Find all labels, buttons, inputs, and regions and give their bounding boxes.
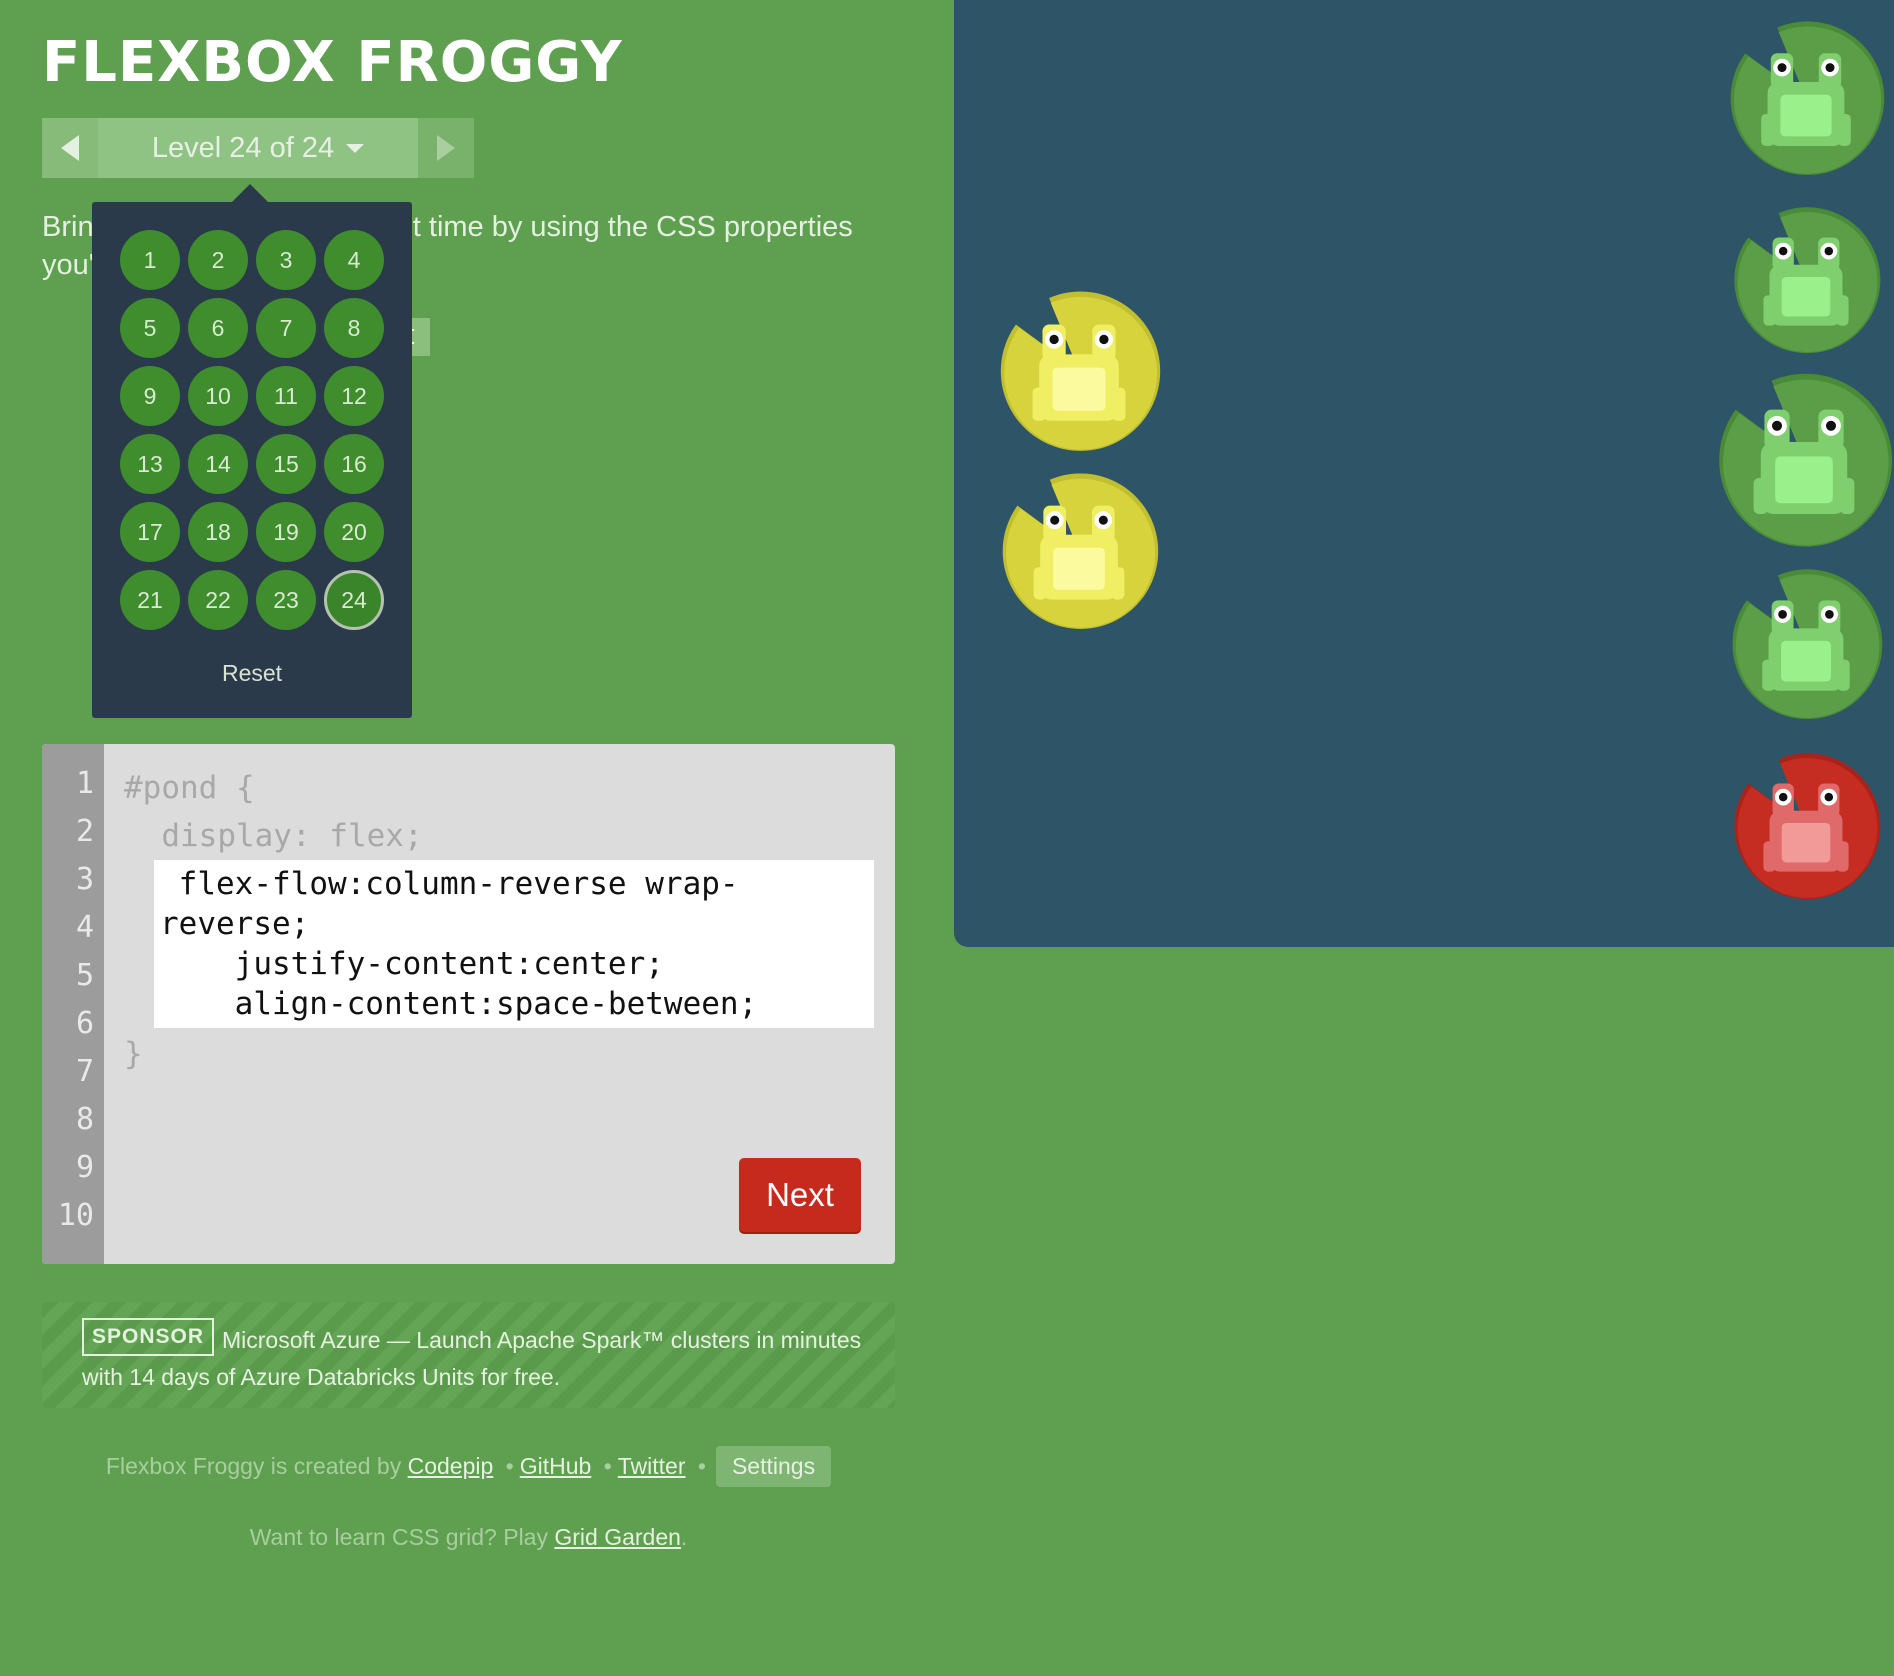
level-16-button[interactable]: 16 xyxy=(324,434,384,494)
line-number: 6 xyxy=(75,1006,94,1041)
level-11-button[interactable]: 11 xyxy=(256,366,316,426)
twitter-link[interactable]: Twitter xyxy=(618,1453,686,1479)
codepip-link[interactable]: Codepip xyxy=(408,1453,494,1479)
github-link[interactable]: GitHub xyxy=(520,1453,592,1479)
frog-green-3 xyxy=(1714,370,1894,550)
line-number: 10 xyxy=(57,1198,94,1233)
code-line-1: #pond { xyxy=(124,770,255,806)
frog-green-4 xyxy=(1728,566,1884,722)
line-number-gutter: 1 2 3 4 5 6 7 8 9 10 xyxy=(42,744,104,1264)
sponsor-text: Microsoft Azure — Launch Apache Spark™ c… xyxy=(82,1322,882,1396)
lilypad-frog-icon xyxy=(1734,753,1881,900)
grid-garden-prompt: Want to learn CSS grid? Play xyxy=(249,1524,548,1550)
level-8-button[interactable]: 8 xyxy=(324,298,384,358)
level-label: Level 24 of 24 xyxy=(151,131,335,164)
lilypad-frog-icon xyxy=(1000,291,1161,451)
settings-button[interactable]: Settings xyxy=(715,1446,832,1487)
line-number: 9 xyxy=(75,1150,94,1185)
reset-button[interactable]: Reset xyxy=(92,660,412,687)
line-number: 3 xyxy=(75,862,94,897)
level-13-button[interactable]: 13 xyxy=(120,434,180,494)
level-22-button[interactable]: 22 xyxy=(188,570,248,630)
level-6-button[interactable]: 6 xyxy=(188,298,248,358)
css-input[interactable] xyxy=(154,860,874,1028)
next-button[interactable]: Next xyxy=(739,1158,861,1232)
frog-green-1 xyxy=(1726,18,1886,178)
lilypad-frog-icon xyxy=(1732,569,1883,720)
level-7-button[interactable]: 7 xyxy=(256,298,316,358)
level-12-button[interactable]: 12 xyxy=(324,366,384,426)
lilypad-frog-icon xyxy=(1730,21,1885,175)
separator-dot: • xyxy=(505,1453,514,1479)
level-2-button[interactable]: 2 xyxy=(188,230,248,290)
level-19-button[interactable]: 19 xyxy=(256,502,316,562)
grid-garden-link[interactable]: Grid Garden xyxy=(554,1524,681,1550)
frog-red xyxy=(1730,750,1882,902)
level-9-button[interactable]: 9 xyxy=(120,366,180,426)
line-number: 4 xyxy=(75,910,94,945)
triangle-right-icon xyxy=(437,135,455,161)
footer-created-by: Flexbox Froggy is created by xyxy=(105,1453,402,1479)
footer: Flexbox Froggy is created by Codepip • Gi… xyxy=(42,1446,895,1487)
line-number: 1 xyxy=(75,766,94,801)
period: . xyxy=(680,1524,688,1550)
separator-dot: • xyxy=(697,1453,706,1479)
level-18-button[interactable]: 18 xyxy=(188,502,248,562)
line-number: 5 xyxy=(75,958,94,993)
frog-green-2 xyxy=(1730,204,1882,356)
level-5-button[interactable]: 5 xyxy=(120,298,180,358)
sponsor-link[interactable]: Microsoft Azure — Launch Apache Spark™ c… xyxy=(82,1327,861,1390)
lilypad-frog-icon xyxy=(1002,473,1159,629)
level-21-button[interactable]: 21 xyxy=(120,570,180,630)
line-number: 7 xyxy=(75,1054,94,1089)
level-10-button[interactable]: 10 xyxy=(188,366,248,426)
lilypad-frog-icon xyxy=(1719,373,1893,547)
css-editor: 1 2 3 4 5 6 7 8 9 10 #pond { display: flex; } Nex… xyxy=(42,744,895,1264)
caret-down-icon xyxy=(346,143,365,153)
level-navigation: Level 24 of 24 xyxy=(42,118,474,178)
level-24-button[interactable]: 24 xyxy=(324,570,384,630)
level-14-button[interactable]: 14 xyxy=(188,434,248,494)
level-20-button[interactable]: 20 xyxy=(324,502,384,562)
code-line-2: display: flex; xyxy=(124,818,423,854)
page-title: FLEXBOX FROGGY xyxy=(42,30,623,95)
code-closing-brace: } xyxy=(124,1036,143,1072)
level-17-button[interactable]: 17 xyxy=(120,502,180,562)
sponsor-banner: SPONSOR Microsoft Azure — Launch Apache … xyxy=(42,1302,895,1408)
triangle-left-icon xyxy=(61,135,79,161)
level-3-button[interactable]: 3 xyxy=(256,230,316,290)
dropdown-pointer xyxy=(232,184,268,202)
frog-yellow-1 xyxy=(996,288,1162,454)
separator-dot: • xyxy=(603,1453,612,1479)
frog-yellow-2 xyxy=(998,470,1160,632)
next-level-button[interactable] xyxy=(418,118,474,178)
level-23-button[interactable]: 23 xyxy=(256,570,316,630)
grid-garden-promo: Want to learn CSS grid? Play Grid Garden… xyxy=(42,1524,895,1551)
line-number: 2 xyxy=(75,814,94,849)
lilypad-frog-icon xyxy=(1734,207,1881,354)
level-dropdown: 1 2 3 4 5 6 7 8 9 10 11 12 13 14 15 16 17 18 19 20 21 22 23 24 … xyxy=(92,184,412,718)
prev-level-button[interactable] xyxy=(42,118,98,178)
level-grid: 1 2 3 4 5 6 7 8 9 10 11 12 13 14 15 16 17 18 19 20 21 22 23 24 xyxy=(120,230,396,630)
level-indicator[interactable]: Level 24 of 24 xyxy=(98,118,418,178)
level-1-button[interactable]: 1 xyxy=(120,230,180,290)
pond xyxy=(954,0,1894,947)
level-4-button[interactable]: 4 xyxy=(324,230,384,290)
level-15-button[interactable]: 15 xyxy=(256,434,316,494)
line-number: 8 xyxy=(75,1102,94,1137)
